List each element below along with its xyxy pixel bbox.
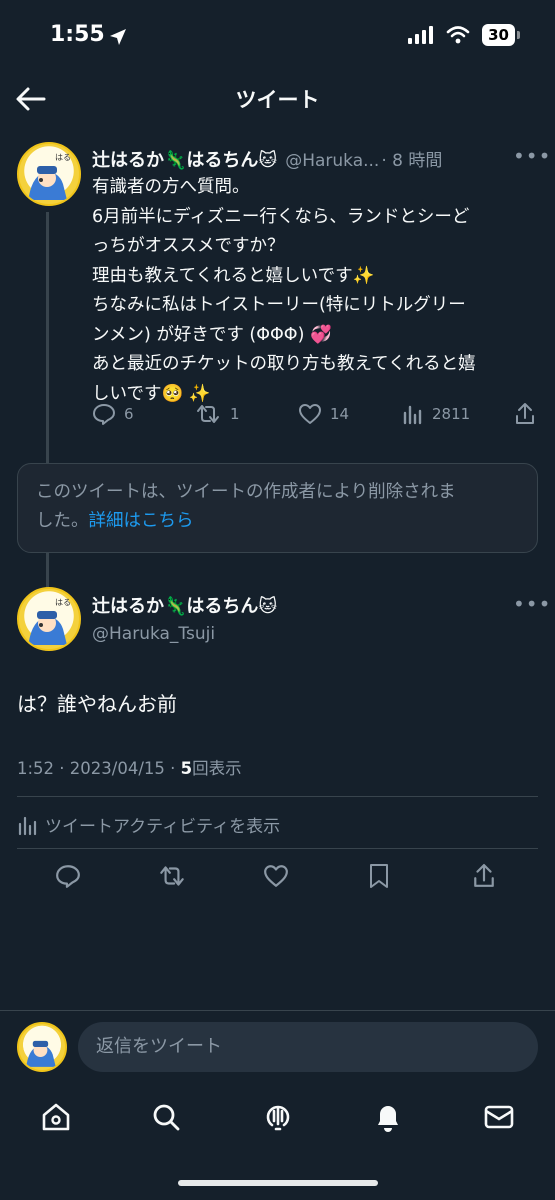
share-icon: [516, 403, 534, 424]
share-icon[interactable]: [472, 862, 496, 890]
divider: [0, 1010, 555, 1011]
tweet-activity-link[interactable]: ツイートアクティビティを表示: [17, 812, 280, 837]
page-title: ツイート: [235, 88, 320, 112]
svg-text:はる: はる: [55, 598, 71, 607]
reply-input[interactable]: 返信をツイート: [78, 1022, 538, 1072]
tweet-line: ンメン) が好きです (ΦΦΦ) 💞: [92, 324, 332, 345]
home-icon[interactable]: [40, 1101, 72, 1133]
tweet-line: 6月前半にディズニー行くなら、ランドとシーど: [92, 206, 470, 227]
activity-label: ツイートアクティビティを表示: [45, 817, 281, 837]
more-options-icon[interactable]: •••: [513, 592, 551, 616]
tweet-line: っちがオススメですか？: [92, 236, 285, 256]
status-time: 1:55: [50, 22, 105, 47]
avatar[interactable]: はる: [17, 587, 81, 651]
retweet-count: 1: [230, 405, 240, 423]
bookmark-icon[interactable]: [368, 862, 390, 890]
avatar-illustration: はる: [29, 598, 71, 645]
deleted-notice-line1: このツイートは、ツイートの作成者により削除されま: [36, 482, 456, 502]
retweet-icon: [197, 405, 219, 423]
deleted-tweet-notice: このツイートは、ツイートの作成者により削除されま した。詳細はこちら: [17, 463, 538, 553]
author-info: 辻はるか🦎はるちん🐱 @Haruka_Tsuji: [92, 592, 277, 644]
views-chart-icon: [403, 405, 422, 425]
messages-envelope-icon[interactable]: [483, 1103, 515, 1131]
view-count: 5: [180, 759, 193, 778]
retweet-icon[interactable]: [157, 863, 187, 889]
display-name[interactable]: 辻はるか🦎はるちん🐱: [92, 146, 277, 172]
avatar[interactable]: はる: [17, 142, 81, 206]
location-arrow-icon: [110, 29, 126, 45]
cellular-signal-icon: [408, 26, 434, 44]
views-button[interactable]: 2811: [402, 403, 470, 425]
main-tweet-text: は？誰やねんお前: [17, 692, 177, 716]
avatar-illustration: はる: [29, 153, 71, 200]
views-count: 2811: [432, 405, 471, 423]
like-count: 14: [330, 405, 350, 423]
display-name[interactable]: 辻はるか🦎はるちん🐱: [92, 592, 277, 618]
divider: [17, 796, 538, 797]
home-indicator: [178, 1180, 378, 1186]
tweet-header: 辻はるか🦎はるちん🐱 @Haruka... · 8 時間: [92, 146, 512, 172]
reply-button[interactable]: 6: [92, 403, 134, 425]
tweet-line: 有識者の方へ質問。: [92, 177, 250, 197]
like-button[interactable]: 14: [298, 403, 349, 425]
tweet-line: あと最近のチケットの取り方も教えてくれると嬉: [92, 354, 476, 374]
status-indicators: 30: [408, 24, 520, 46]
heart-icon[interactable]: [263, 863, 289, 889]
tweet-text: 有識者の方へ質問。 6月前半にディズニー行くなら、ランドとシーど っちがオススメ…: [92, 173, 542, 409]
notifications-bell-icon[interactable]: [372, 1100, 404, 1134]
tweet-line: ちなみに私はトイストーリー(特にリトルグリー: [92, 295, 466, 315]
tweet-actions: 6 1 14 2811: [92, 402, 542, 426]
deleted-notice-line2: した。: [36, 511, 89, 531]
search-icon[interactable]: [150, 1101, 182, 1133]
reply-icon[interactable]: [55, 863, 81, 889]
tweet-timestamp: 1:52 · 2023/04/15 ·: [17, 759, 181, 778]
svg-text:はる: はる: [55, 153, 71, 162]
retweet-button[interactable]: 1: [194, 403, 240, 425]
share-button[interactable]: [514, 402, 536, 426]
reply-count: 6: [124, 405, 134, 423]
spaces-icon[interactable]: [261, 1099, 295, 1135]
details-link[interactable]: 詳細はこちら: [89, 511, 194, 531]
heart-icon: [299, 404, 321, 424]
reply-icon: [93, 404, 115, 425]
tweet-meta: 1:52 · 2023/04/15 · 5回表示: [17, 755, 242, 779]
handle[interactable]: @Haruka...: [285, 151, 379, 171]
views-label: 回表示: [192, 759, 242, 778]
more-options-icon[interactable]: •••: [513, 144, 551, 168]
analytics-icon: [18, 816, 37, 835]
avatar-illustration: [26, 1040, 56, 1067]
tweet-line: 理由も教えてくれると嬉しいです✨: [92, 265, 375, 286]
avatar: [17, 1022, 67, 1072]
wifi-icon: [446, 26, 470, 44]
battery-indicator: 30: [482, 24, 520, 46]
tweet-time: · 8 時間: [381, 151, 443, 171]
divider: [17, 848, 538, 849]
handle[interactable]: @Haruka_Tsuji: [92, 624, 277, 644]
